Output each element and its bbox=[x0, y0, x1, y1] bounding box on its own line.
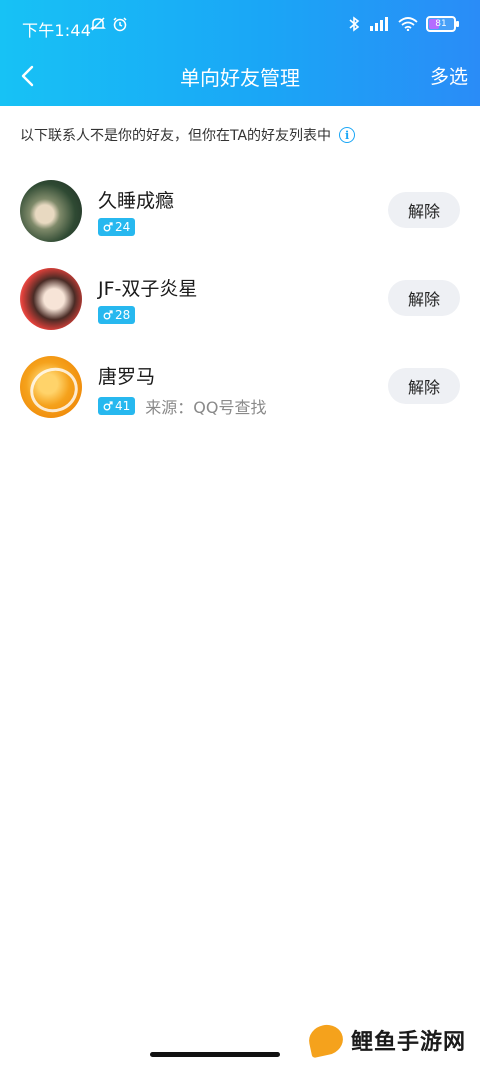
age-value: 24 bbox=[115, 220, 131, 234]
contact-meta: 28 bbox=[98, 306, 136, 324]
contact-source: 来源：QQ号查找 bbox=[145, 398, 267, 417]
home-indicator[interactable] bbox=[150, 1052, 280, 1057]
list-item[interactable]: JF-双子炎星 28 解除 bbox=[0, 258, 480, 346]
signal-icon bbox=[370, 17, 388, 31]
header: 下午1:44 81 单向好友管理 多选 bbox=[0, 0, 480, 106]
status-icons-left bbox=[90, 16, 128, 32]
watermark: 鲤鱼手游网 bbox=[306, 1021, 466, 1059]
alarm-icon bbox=[113, 17, 127, 32]
info-icon[interactable]: i bbox=[339, 127, 356, 143]
watermark-text: 鲤鱼手游网 bbox=[350, 1030, 466, 1055]
age-badge: 28 bbox=[98, 306, 136, 324]
age-badge: 41 bbox=[98, 397, 136, 415]
contact-name: 唐罗马 bbox=[98, 366, 156, 388]
avatar[interactable] bbox=[20, 268, 82, 330]
multi-select-button[interactable]: 多选 bbox=[430, 62, 468, 89]
status-icons-right: 81 bbox=[348, 16, 459, 32]
mute-icon bbox=[90, 17, 106, 31]
page-title: 单向好友管理 bbox=[180, 66, 300, 90]
age-value: 41 bbox=[115, 399, 131, 413]
male-icon bbox=[103, 222, 113, 232]
nav-bar: 单向好友管理 多选 bbox=[0, 52, 480, 100]
contact-list: 久睡成瘾 24 解除 JF-双子炎星 28 解除 唐罗马 41 来源：QQ号查找… bbox=[0, 170, 480, 434]
fish-logo-icon bbox=[306, 1021, 346, 1059]
list-item[interactable]: 久睡成瘾 24 解除 bbox=[0, 170, 480, 258]
wifi-icon bbox=[398, 17, 418, 31]
contact-name: JF-双子炎星 bbox=[98, 278, 198, 300]
male-icon bbox=[103, 401, 113, 411]
bluetooth-icon bbox=[349, 16, 360, 32]
notice-text: 以下联系人不是你的好友，但你在TA的好友列表中 bbox=[20, 128, 332, 144]
male-icon bbox=[103, 310, 113, 320]
status-bar: 下午1:44 81 bbox=[0, 0, 480, 44]
avatar[interactable] bbox=[20, 180, 82, 242]
battery-icon: 81 bbox=[426, 16, 459, 32]
age-value: 28 bbox=[115, 308, 131, 322]
contact-name: 久睡成瘾 bbox=[98, 190, 175, 212]
battery-level: 81 bbox=[435, 19, 447, 29]
age-badge: 24 bbox=[98, 218, 136, 236]
list-item[interactable]: 唐罗马 41 来源：QQ号查找 解除 bbox=[0, 346, 480, 434]
remove-button[interactable]: 解除 bbox=[388, 192, 460, 228]
contact-meta: 41 来源：QQ号查找 bbox=[98, 394, 266, 418]
notice: 以下联系人不是你的好友，但你在TA的好友列表中 i bbox=[20, 125, 356, 145]
remove-button[interactable]: 解除 bbox=[388, 280, 460, 316]
status-time: 下午1:44 bbox=[22, 21, 92, 40]
contact-meta: 24 bbox=[98, 218, 136, 236]
remove-button[interactable]: 解除 bbox=[388, 368, 460, 404]
avatar[interactable] bbox=[20, 356, 82, 418]
